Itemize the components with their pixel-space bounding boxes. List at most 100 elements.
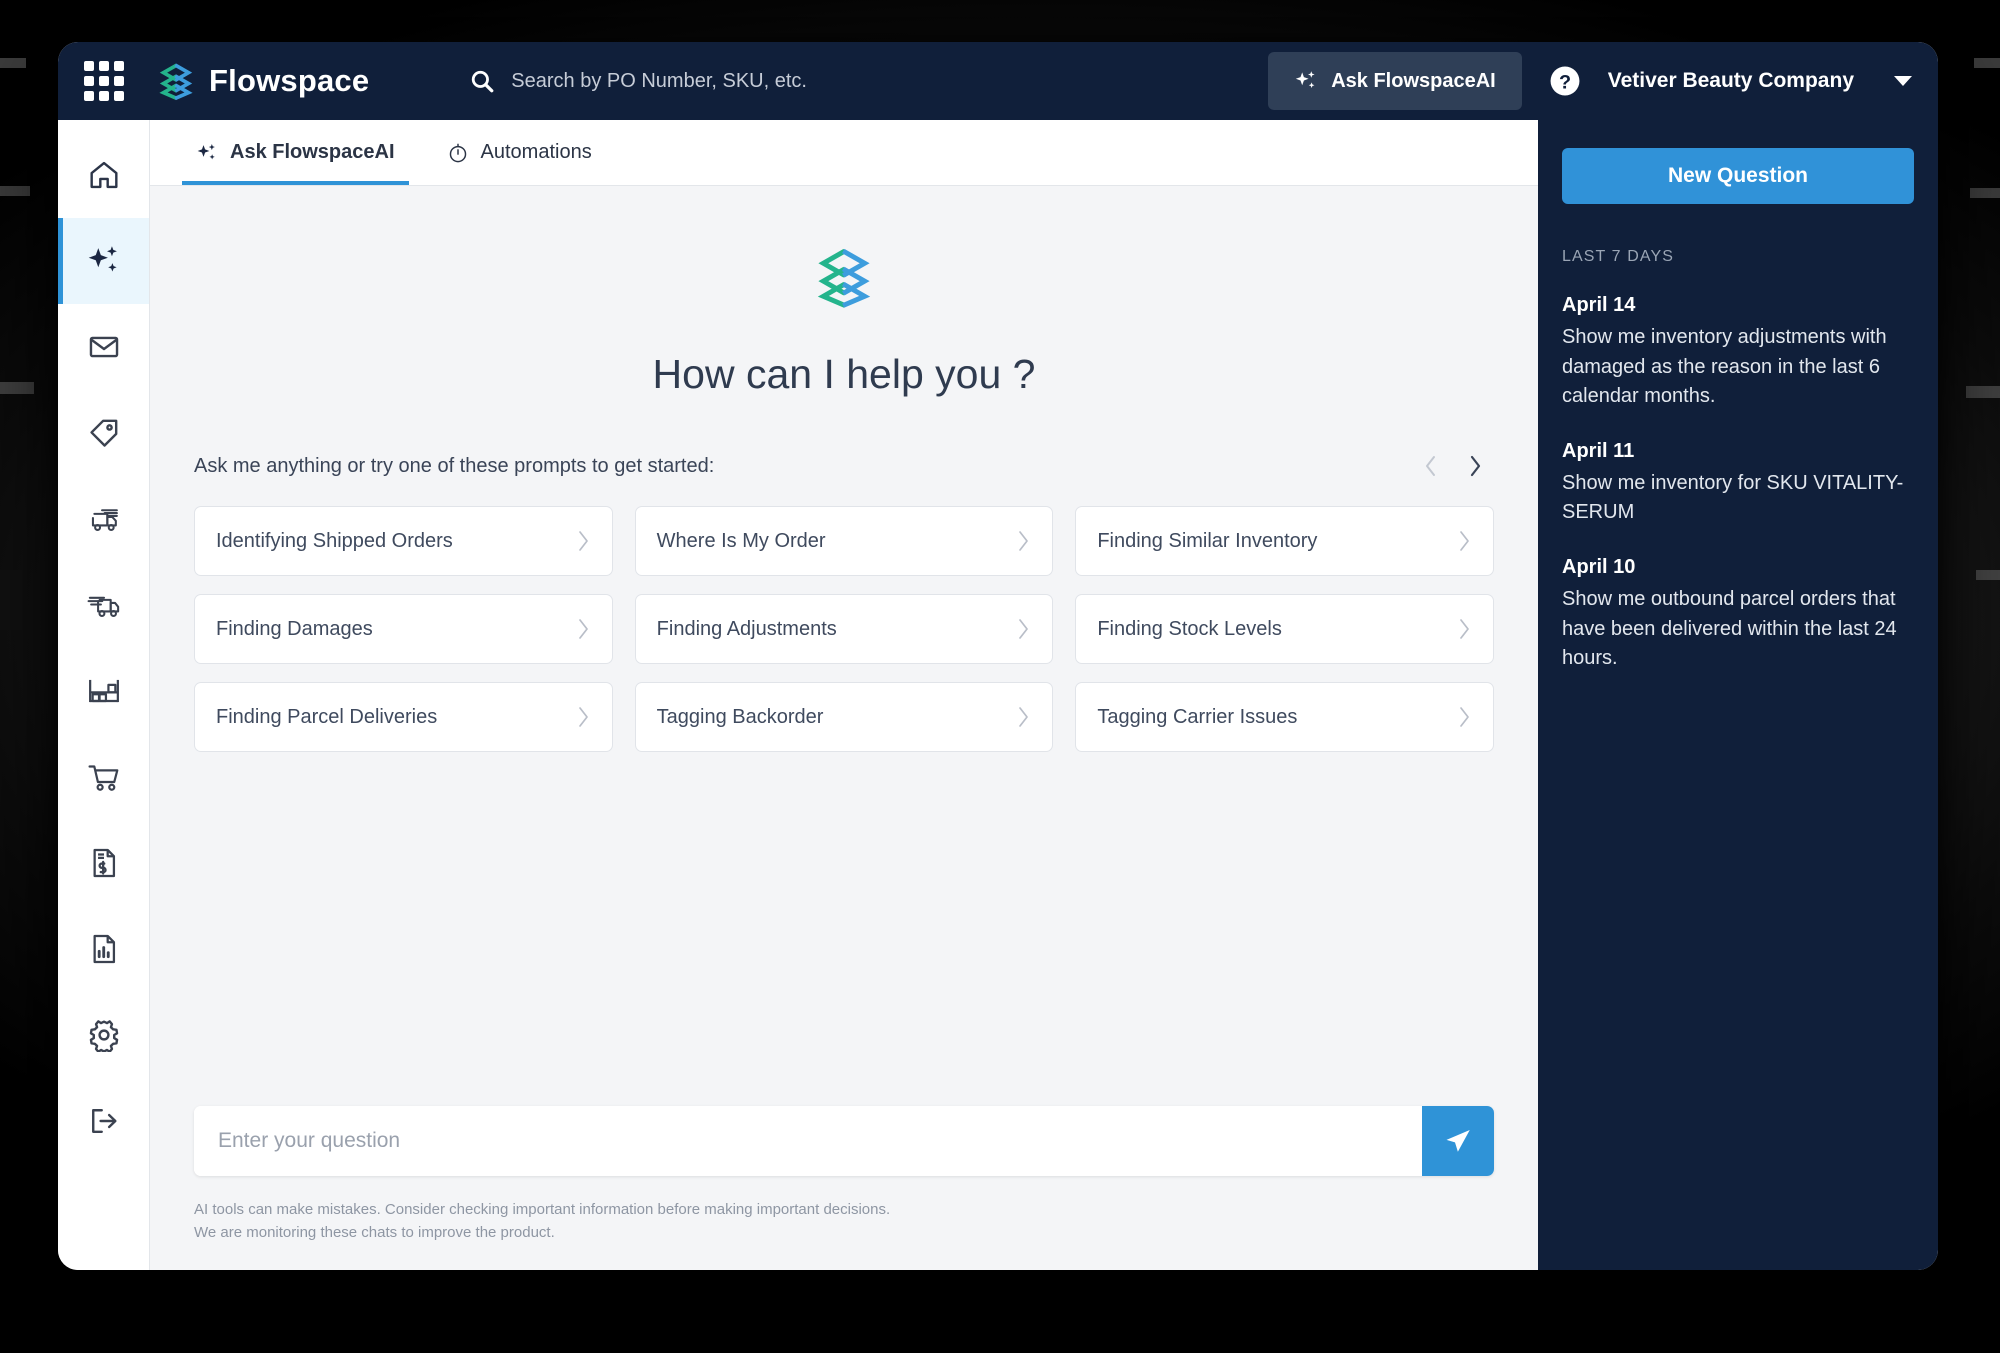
disclaimer-block: AI tools can make mistakes. Consider che… bbox=[150, 1176, 1538, 1271]
send-paper-plane-icon bbox=[1443, 1126, 1473, 1156]
prompt-card-label: Finding Adjustments bbox=[657, 618, 837, 641]
sparkles-icon bbox=[86, 243, 122, 279]
sidebar-item-logout[interactable] bbox=[58, 1078, 149, 1164]
tab-ask-flowspace-ai[interactable]: Ask FlowspaceAI bbox=[182, 120, 409, 185]
disclaimer-line: AI tools can make mistakes. Consider che… bbox=[194, 1198, 1494, 1221]
chevron-right-icon bbox=[577, 618, 590, 640]
background-artifact bbox=[0, 186, 30, 196]
chevron-right-icon bbox=[1458, 618, 1471, 640]
prompt-card[interactable]: Where Is My Order bbox=[635, 506, 1054, 576]
question-input[interactable] bbox=[194, 1106, 1422, 1176]
prompt-card[interactable]: Finding Parcel Deliveries bbox=[194, 682, 613, 752]
suggested-prompt-grid: Identifying Shipped Orders Where Is My O… bbox=[194, 506, 1494, 752]
history-panel: New Question LAST 7 DAYS April 14 Show m… bbox=[1538, 120, 1938, 1270]
chevron-right-icon bbox=[1017, 706, 1030, 728]
main-content-column: Ask FlowspaceAI Automations bbox=[150, 120, 1538, 1270]
sidebar-item-tags[interactable] bbox=[58, 390, 149, 476]
background-artifact bbox=[1976, 570, 2000, 580]
prompt-card-label: Tagging Carrier Issues bbox=[1097, 706, 1297, 729]
history-item[interactable]: April 14 Show me inventory adjustments w… bbox=[1562, 294, 1914, 412]
flowspace-hex-logo bbox=[156, 61, 196, 101]
prompt-card-label: Finding Stock Levels bbox=[1097, 618, 1282, 641]
ask-flowspace-ai-label: Ask FlowspaceAI bbox=[1331, 70, 1496, 93]
prompt-card[interactable]: Finding Damages bbox=[194, 594, 613, 664]
prompt-card-label: Finding Damages bbox=[216, 618, 373, 641]
global-search[interactable] bbox=[469, 68, 1268, 94]
history-item-date: April 14 bbox=[1562, 294, 1914, 317]
new-question-button[interactable]: New Question bbox=[1562, 148, 1914, 204]
prompts-next-button[interactable] bbox=[1464, 452, 1486, 480]
prompt-card[interactable]: Tagging Backorder bbox=[635, 682, 1054, 752]
logout-icon bbox=[87, 1104, 121, 1138]
prompt-card[interactable]: Finding Similar Inventory bbox=[1075, 506, 1494, 576]
brand-name: Flowspace bbox=[209, 63, 369, 99]
background-artifact bbox=[1974, 58, 2000, 68]
truck-inbound-icon bbox=[86, 501, 122, 537]
suggested-prompts: Ask me anything or try one of these prom… bbox=[150, 452, 1538, 752]
chevron-right-icon bbox=[1458, 706, 1471, 728]
svg-text:?: ? bbox=[1559, 71, 1571, 93]
flowspace-hex-logo bbox=[811, 244, 877, 310]
prompt-card[interactable]: Finding Adjustments bbox=[635, 594, 1054, 664]
background-artifact bbox=[1970, 188, 2000, 198]
ask-flowspace-ai-button[interactable]: Ask FlowspaceAI bbox=[1268, 52, 1522, 110]
sidebar-item-outbound-shipments[interactable] bbox=[58, 562, 149, 648]
sidebar-item-billing[interactable] bbox=[58, 820, 149, 906]
prompts-prev-button[interactable] bbox=[1420, 452, 1442, 480]
sidebar-item-home[interactable] bbox=[58, 132, 149, 218]
history-item-text: Show me inventory adjustments with damag… bbox=[1562, 323, 1914, 412]
prompt-card-label: Finding Parcel Deliveries bbox=[216, 706, 437, 729]
grid-apps-icon[interactable] bbox=[58, 61, 150, 101]
sidebar-item-orders[interactable] bbox=[58, 734, 149, 820]
sidebar-item-ask-ai[interactable] bbox=[58, 218, 149, 304]
prompt-card-label: Where Is My Order bbox=[657, 530, 826, 553]
shopping-cart-icon bbox=[86, 760, 122, 794]
prompt-card[interactable]: Identifying Shipped Orders bbox=[194, 506, 613, 576]
top-navigation-bar: Flowspace Ask FlowspaceAI bbox=[58, 42, 1938, 120]
send-button[interactable] bbox=[1422, 1106, 1494, 1176]
tab-automations[interactable]: Automations bbox=[433, 120, 606, 185]
search-input[interactable] bbox=[511, 70, 1051, 93]
report-chart-icon bbox=[87, 932, 121, 966]
sidebar-item-messages[interactable] bbox=[58, 304, 149, 390]
truck-outbound-icon bbox=[86, 587, 122, 623]
history-item-date: April 11 bbox=[1562, 440, 1914, 463]
chevron-down-icon[interactable] bbox=[1894, 76, 1912, 86]
sparkles-icon bbox=[1294, 69, 1318, 93]
home-icon bbox=[87, 158, 121, 192]
left-navigation-rail bbox=[58, 120, 150, 1270]
chevron-right-icon bbox=[1017, 618, 1030, 640]
history-item[interactable]: April 10 Show me outbound parcel orders … bbox=[1562, 556, 1914, 674]
background-artifact bbox=[1966, 386, 2000, 398]
sidebar-item-reports[interactable] bbox=[58, 906, 149, 992]
chevron-right-icon bbox=[577, 706, 590, 728]
chevron-right-icon bbox=[1466, 453, 1484, 479]
history-section-heading: LAST 7 DAYS bbox=[1562, 248, 1914, 266]
sidebar-item-inbound-shipments[interactable] bbox=[58, 476, 149, 562]
question-circle-icon[interactable]: ? bbox=[1548, 64, 1582, 98]
brand-logo[interactable]: Flowspace bbox=[156, 61, 369, 101]
prompt-card[interactable]: Finding Stock Levels bbox=[1075, 594, 1494, 664]
tag-icon bbox=[87, 416, 121, 450]
history-item-text: Show me inventory for SKU VITALITY-SERUM bbox=[1562, 469, 1914, 528]
warehouse-shelf-icon bbox=[86, 674, 122, 708]
disclaimer-line: We are monitoring these chats to improve… bbox=[194, 1221, 1494, 1244]
background-artifact bbox=[0, 570, 22, 630]
suggested-prompts-header: Ask me anything or try one of these prom… bbox=[194, 452, 1494, 480]
chevron-left-icon bbox=[1422, 453, 1440, 479]
invoice-dollar-icon bbox=[87, 846, 121, 880]
background-artifact bbox=[0, 58, 26, 68]
history-item-date: April 10 bbox=[1562, 556, 1914, 579]
organization-name: Vetiver Beauty Company bbox=[1608, 69, 1854, 93]
prompt-card-label: Finding Similar Inventory bbox=[1097, 530, 1317, 553]
history-item[interactable]: April 11 Show me inventory for SKU VITAL… bbox=[1562, 440, 1914, 528]
sparkles-icon bbox=[196, 142, 218, 164]
suggested-prompts-pagination bbox=[1420, 452, 1494, 480]
organization-menu[interactable]: Vetiver Beauty Company bbox=[1608, 69, 1912, 93]
prompt-card-label: Tagging Backorder bbox=[657, 706, 824, 729]
prompt-card[interactable]: Tagging Carrier Issues bbox=[1075, 682, 1494, 752]
gear-icon bbox=[87, 1018, 121, 1052]
sidebar-item-warehouse[interactable] bbox=[58, 648, 149, 734]
prompt-card-label: Identifying Shipped Orders bbox=[216, 530, 453, 553]
sidebar-item-settings[interactable] bbox=[58, 992, 149, 1078]
